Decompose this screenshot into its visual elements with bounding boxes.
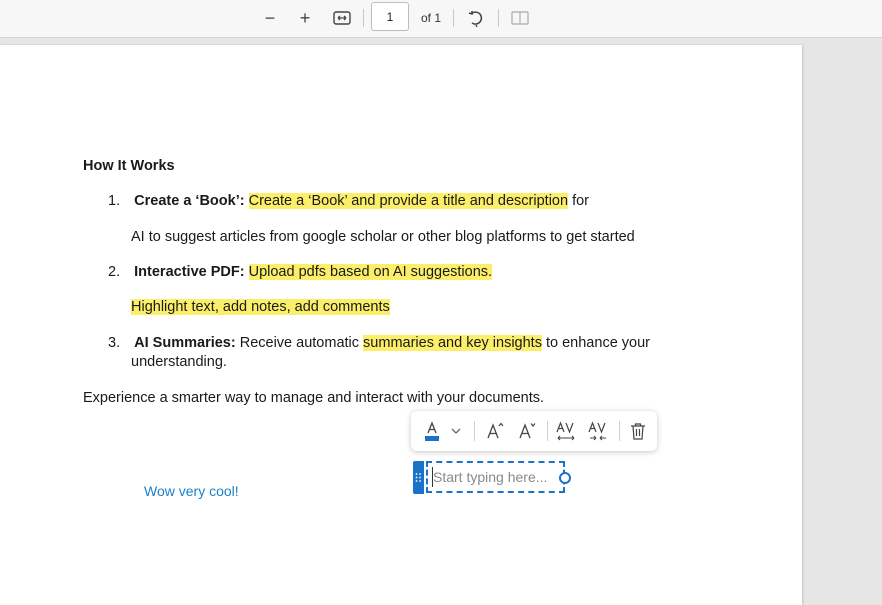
rotate-icon (468, 11, 483, 27)
zoom-in-button[interactable]: + (293, 7, 317, 29)
page-view-button[interactable] (508, 7, 532, 29)
item-title: AI Summaries: (134, 335, 236, 351)
text-format-toolbar (411, 411, 657, 451)
trash-icon (631, 423, 645, 440)
toolbar-divider (547, 421, 548, 441)
list-item: 1. Create a ‘Book’: Create a ‘Book’ and … (108, 192, 589, 210)
list-item-line: Highlight text, add notes, add comments (131, 298, 390, 316)
increase-spacing-button[interactable] (553, 419, 579, 443)
font-color-dropdown[interactable] (449, 419, 463, 443)
highlighted-text[interactable]: Create a ‘Book’ and provide a title and … (248, 193, 569, 209)
highlighted-text[interactable]: Upload pdfs based on AI suggestions. (248, 264, 493, 280)
font-size-decrease-icon (519, 423, 536, 439)
increase-font-size-button[interactable] (483, 419, 507, 443)
item-title: Create a ‘Book’: (134, 193, 245, 209)
decrease-font-size-button[interactable] (515, 419, 539, 443)
pdf-toolbar: − + 1 of 1 (0, 0, 882, 38)
item-title: Interactive PDF: (134, 264, 245, 280)
letter-spacing-increase-icon (556, 421, 575, 441)
list-item: 2. Interactive PDF: Upload pdfs based on… (108, 263, 493, 281)
list-number: 1. (108, 193, 121, 209)
letter-spacing-decrease-icon (588, 421, 606, 441)
chevron-down-icon (451, 428, 461, 434)
item-text: to enhance your (541, 335, 650, 351)
drag-handle[interactable] (413, 461, 424, 494)
fit-width-icon (333, 11, 351, 25)
highlighted-text[interactable]: summaries and key insights (363, 335, 542, 351)
delete-button[interactable] (626, 419, 650, 443)
minus-icon: − (264, 7, 276, 28)
resize-handle[interactable] (559, 472, 571, 484)
toolbar-divider (453, 9, 454, 27)
item-text: for (568, 193, 590, 209)
toolbar-divider (363, 9, 364, 27)
two-page-view-icon (511, 11, 529, 25)
rotate-button[interactable] (464, 7, 488, 29)
toolbar-divider (498, 9, 499, 27)
font-color-icon (425, 421, 439, 441)
toolbar-divider (474, 421, 475, 441)
item-text: AI to suggest articles from google schol… (131, 229, 635, 245)
highlighted-text[interactable]: Highlight text, add notes, add comments (131, 299, 390, 315)
closing-paragraph: Experience a smarter way to manage and i… (83, 390, 545, 406)
plus-icon: + (299, 7, 311, 28)
list-number: 3. (108, 335, 121, 351)
list-item: 3. AI Summaries: Receive automatic summa… (108, 334, 650, 352)
font-color-button[interactable] (421, 419, 443, 443)
page-number-input[interactable]: 1 (371, 2, 409, 31)
list-number: 2. (108, 264, 121, 280)
item-text: Receive automatic (235, 335, 364, 351)
note-text[interactable]: Wow very cool! (144, 483, 239, 499)
page-count-label: of 1 (421, 11, 442, 25)
text-box-input[interactable] (432, 467, 559, 487)
decrease-spacing-button[interactable] (585, 419, 611, 443)
toolbar-divider (619, 421, 620, 441)
pdf-page (0, 45, 802, 605)
fit-width-button[interactable] (330, 7, 354, 29)
zoom-out-button[interactable]: − (258, 7, 282, 29)
font-size-increase-icon (487, 422, 504, 439)
drag-grip-icon (415, 473, 421, 482)
item-text: understanding. (131, 354, 227, 370)
section-heading: How It Works (83, 158, 175, 174)
